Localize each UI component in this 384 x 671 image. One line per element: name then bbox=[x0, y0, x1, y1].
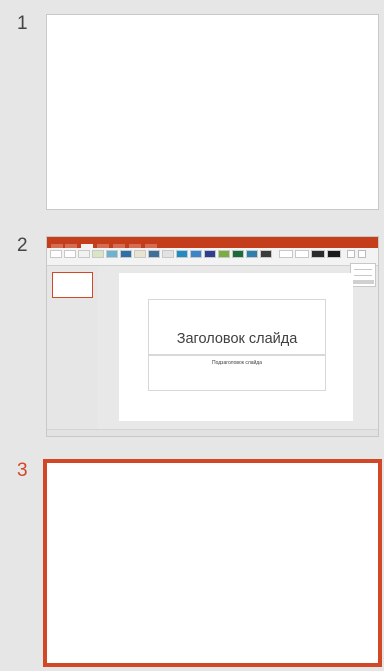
mini-variant-swatch bbox=[311, 250, 325, 258]
mini-theme-swatch bbox=[218, 250, 230, 258]
mini-theme-swatch bbox=[92, 250, 104, 258]
mini-slide-thumbnail bbox=[52, 272, 93, 298]
mini-variant-swatch bbox=[279, 250, 293, 258]
mini-theme-swatch bbox=[148, 250, 160, 258]
mini-dropdown-line bbox=[354, 275, 372, 276]
mini-theme-swatch bbox=[120, 250, 132, 258]
mini-dropdown-highlight bbox=[352, 280, 374, 284]
mini-theme-swatch bbox=[176, 250, 188, 258]
mini-variant-swatch bbox=[295, 250, 309, 258]
mini-theme-swatch bbox=[134, 250, 146, 258]
mini-slide-canvas: Заголовок слайда Подзаголовок слайда bbox=[119, 273, 353, 421]
mini-theme-swatch bbox=[204, 250, 216, 258]
mini-slide-subtitle: Подзаголовок слайда bbox=[211, 360, 263, 366]
mini-theme-swatch bbox=[78, 250, 90, 258]
mini-ribbon bbox=[47, 248, 378, 266]
mini-subtitle-placeholder: Подзаголовок слайда bbox=[148, 355, 326, 391]
mini-theme-swatch bbox=[106, 250, 118, 258]
slide-number: 1 bbox=[17, 13, 28, 34]
mini-theme-swatch bbox=[50, 250, 62, 258]
mini-slide-title: Заголовок слайда bbox=[176, 331, 298, 347]
mini-theme-swatch bbox=[190, 250, 202, 258]
mini-theme-swatch bbox=[232, 250, 244, 258]
slide-thumbnail[interactable] bbox=[46, 14, 379, 210]
mini-format-background-button bbox=[358, 250, 366, 258]
mini-variant-swatch bbox=[327, 250, 341, 258]
mini-slide-size-dropdown bbox=[350, 263, 376, 287]
powerpoint-screenshot: Заголовок слайда Подзаголовок слайда bbox=[47, 237, 378, 436]
slide-thumbnail-selected[interactable] bbox=[43, 459, 382, 667]
slide-number: 3 bbox=[17, 460, 28, 481]
mini-theme-swatch bbox=[162, 250, 174, 258]
mini-theme-swatch bbox=[246, 250, 258, 258]
mini-slide-size-button bbox=[347, 250, 355, 258]
mini-dropdown-line bbox=[354, 269, 372, 270]
mini-status-bar bbox=[47, 429, 378, 436]
mini-slides-pane bbox=[47, 266, 97, 429]
mini-theme-swatch bbox=[64, 250, 76, 258]
slide-thumbnail[interactable]: Заголовок слайда Подзаголовок слайда bbox=[46, 236, 379, 437]
mini-theme-swatch bbox=[260, 250, 272, 258]
mini-title-placeholder: Заголовок слайда bbox=[148, 299, 326, 355]
slide-number: 2 bbox=[17, 235, 28, 256]
